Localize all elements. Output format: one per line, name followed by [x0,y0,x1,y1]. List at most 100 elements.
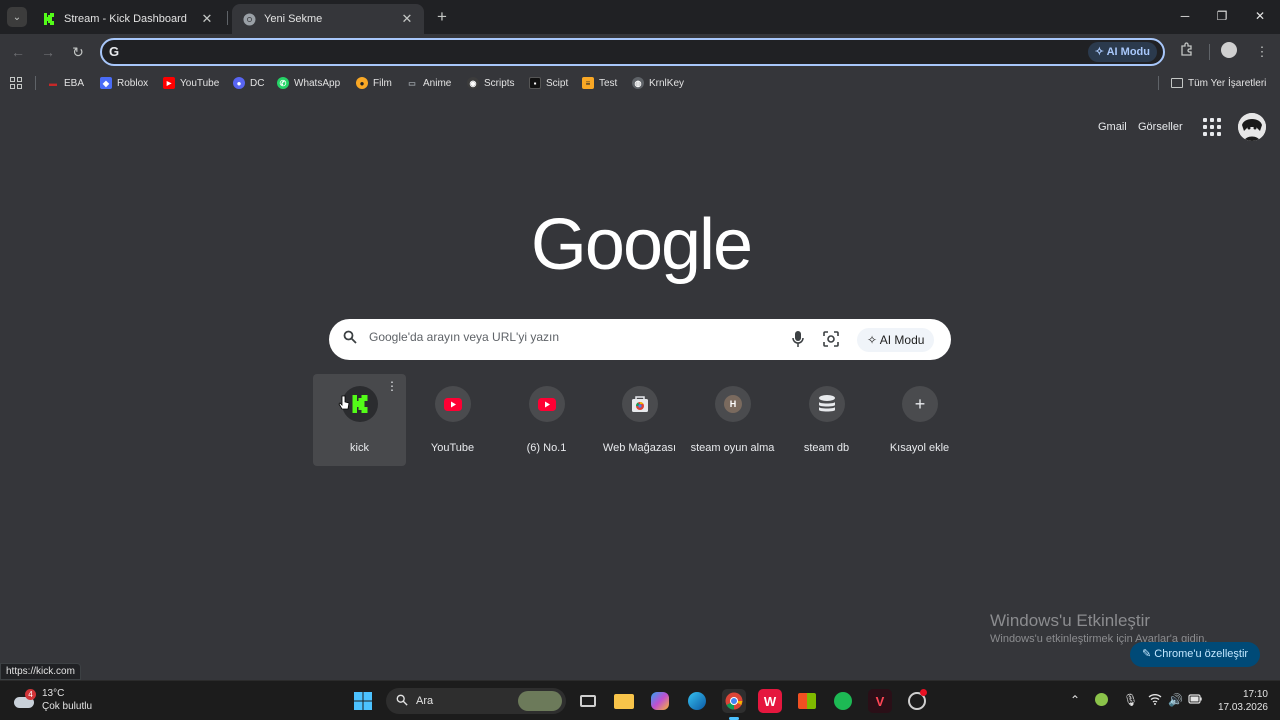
bookmark-scripts[interactable]: ◉ Scripts [467,75,515,91]
shortcut-label: Kısayol ekle [889,442,950,454]
bookmark-youtube[interactable]: ▶ YouTube [163,75,219,91]
windows-start-icon[interactable] [351,689,375,713]
search-input[interactable] [369,330,769,344]
address-input[interactable] [126,43,1066,57]
tab-divider [227,11,228,25]
clock-date: 17.03.2026 [1217,702,1268,713]
roblox-icon: ◆ [100,77,112,89]
bookmark-label: YouTube [180,77,220,89]
ai-mode-button[interactable]: ✧ AI Modu [857,328,935,352]
tab-kick-dashboard[interactable]: Stream - Kick Dashboard ✕ [32,4,224,34]
forward-button[interactable]: → [37,42,59,62]
tray-app-icon[interactable] [1095,693,1108,706]
shortcut-tile[interactable]: + Kısayol ekle [873,374,966,466]
shortcut-label: steam oyun alma [690,442,775,454]
tab-search-button[interactable]: ⌄ [7,7,27,27]
menu-icon[interactable]: ⋮ [1252,42,1272,62]
bookmarks-divider [1158,76,1159,90]
bookmarks-divider [35,76,36,90]
tray-overflow-icon[interactable]: ⌃ [1070,693,1080,707]
bookmark-label: EBA [64,77,85,89]
google-lens-icon[interactable] [822,330,840,348]
plus-symbol: + [914,393,926,414]
shortcut-tile[interactable]: Web Mağazası [593,374,686,466]
ai-search-icon: ✧ [1094,46,1107,58]
bookmark-test[interactable]: ≡ Test [582,75,617,91]
profile-icon[interactable] [1221,42,1241,62]
search-icon [396,694,408,709]
web-store-icon [622,386,658,422]
bookmark-whatsapp[interactable]: ✆ WhatsApp [277,75,340,91]
close-icon[interactable]: ✕ [400,11,414,27]
reload-button[interactable]: ↻ [67,42,89,62]
weather-temp: 13°C [42,688,65,699]
shortcut-tile[interactable]: YouTube [406,374,499,466]
more-options-icon[interactable]: ⋮ [386,380,398,392]
letter-h-icon: H [715,386,751,422]
tab-title: Stream - Kick Dashboard [64,13,187,25]
monitor-icon: ▭ [408,78,416,88]
close-icon[interactable]: ✕ [200,11,214,27]
wifi-icon[interactable] [1148,693,1162,708]
mouse-cursor-icon [338,395,350,416]
weather-desc: Çok bulutlu [42,701,93,712]
customize-chrome-button[interactable]: ✎ Chrome'u özelleştir [1130,642,1261,667]
extensions-icon[interactable] [1177,42,1197,62]
bookmark-label: Scipt [546,77,569,89]
restore-button[interactable]: ❐ [1207,6,1237,26]
bookmark-anime[interactable]: ▭ Anime [406,75,451,91]
address-bar[interactable]: G ✧ AI Modu [100,38,1165,66]
edge-icon[interactable] [685,689,709,713]
tab-new-tab[interactable]: Yeni Sekme ✕ [232,4,424,34]
file-explorer-icon[interactable] [612,689,636,713]
google-g-icon: G [109,44,120,59]
minimize-button[interactable]: ─ [1170,6,1200,26]
shortcut-tile[interactable]: steam db [780,374,873,466]
apps-grid-icon[interactable] [10,77,22,89]
microphone-tray-icon[interactable]: 🎙 [1123,693,1138,707]
shortcut-tile[interactable]: ⋮ kick [313,374,406,466]
chrome-taskbar-icon[interactable] [722,689,746,713]
valorant-icon[interactable]: V [868,689,892,713]
scipt-icon: ▪ [529,77,541,89]
system-clock[interactable]: 17:10 17.03.2026 [1212,688,1268,714]
gmail-link[interactable]: Gmail [1098,121,1127,133]
bookmark-dc[interactable]: ● DC [233,75,264,91]
back-button[interactable]: ← [7,42,29,62]
taskbar-search[interactable]: Ara [386,688,566,714]
search-box[interactable]: ✧ AI Modu [329,319,951,360]
bookmark-label: Test [599,77,618,89]
all-bookmarks-folder[interactable]: Tüm Yer İşaretleri [1171,75,1266,91]
shortcut-tile[interactable]: H steam oyun alma [686,374,779,466]
new-tab-button[interactable]: + [432,7,452,27]
task-view-icon[interactable] [576,689,600,713]
battery-icon[interactable] [1188,693,1202,707]
shortcut-tile[interactable]: (6) No.1 [500,374,593,466]
ai-mode-button[interactable]: ✧ AI Modu [1087,42,1157,62]
bookmark-krnlkey[interactable]: ◍ KrnlKey [632,75,684,91]
chevron-down-icon: ⌄ [12,11,22,23]
bookmark-eba[interactable]: ▬ EBA [47,75,84,91]
images-link[interactable]: Görseller [1138,121,1183,133]
close-window-button[interactable]: ✕ [1245,6,1275,26]
account-avatar[interactable] [1238,113,1266,141]
bookmark-film[interactable]: ● Film [356,75,392,91]
bookmark-scipt[interactable]: ▪ Scipt [529,75,568,91]
microphone-icon[interactable] [790,329,806,349]
all-bookmarks-label: Tüm Yer İşaretleri [1188,77,1267,89]
copilot-icon[interactable] [648,689,672,713]
ai-mode-label: AI Modu [879,333,925,347]
volume-icon[interactable]: 🔊 [1168,693,1183,707]
weather-widget[interactable]: 4 13°C Çok bulutlu [14,687,92,713]
status-url: https://kick.com [0,663,81,680]
google-apps-icon[interactable] [1203,118,1221,136]
spotify-icon[interactable] [831,689,855,713]
taskbar-search-label: Ara [416,695,434,707]
bookmark-label: WhatsApp [294,77,341,89]
wps-office-icon[interactable]: W [758,689,782,713]
microsoft-store-icon[interactable] [795,689,819,713]
steam-settings-icon[interactable] [905,689,929,713]
arrow-left-icon: ← [11,44,25,60]
youtube-icon [435,386,471,422]
bookmark-roblox[interactable]: ◆ Roblox [100,75,148,91]
